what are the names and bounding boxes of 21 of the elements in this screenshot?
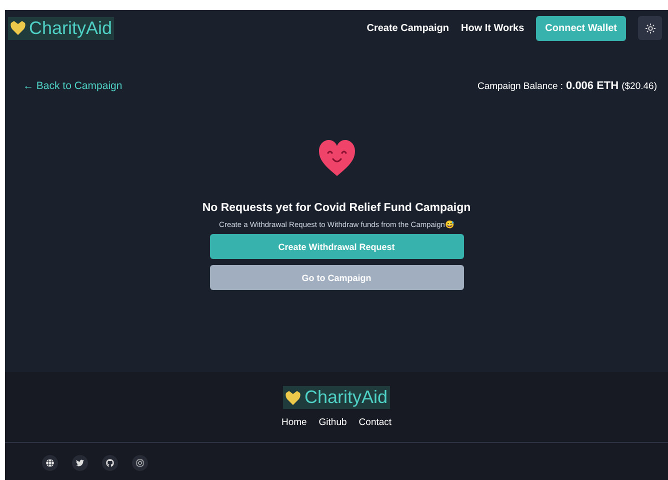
footer-link[interactable]: Github [318,417,347,428]
nav-link[interactable]: How It Works [460,22,524,34]
footer-link[interactable]: Home [281,417,307,428]
balance-usd: ($20.46) [622,81,657,92]
github-icon[interactable] [102,455,118,471]
balance-label: Campaign Balance : [477,81,564,92]
theme-toggle-button[interactable] [638,16,662,40]
globe-icon[interactable] [42,455,58,471]
heart-icon [10,20,26,36]
smiling-heart-icon [316,138,356,178]
balance-eth: 0.006 ETH [566,80,619,92]
footer-link[interactable]: Contact [358,417,392,428]
bird-icon[interactable] [72,455,88,471]
sun-icon [644,22,656,34]
back-link[interactable]: ← Back to Campaign [23,80,122,92]
empty-state-title: No Requests yet for Covid Relief Fund Campaign [202,202,471,214]
logo[interactable]: CharityAid [8,16,114,40]
instagram-icon[interactable] [132,455,148,471]
heart-icon [285,390,302,406]
nav-link[interactable]: Create Campaign [366,22,449,34]
logo[interactable]: CharityAid [283,386,390,409]
